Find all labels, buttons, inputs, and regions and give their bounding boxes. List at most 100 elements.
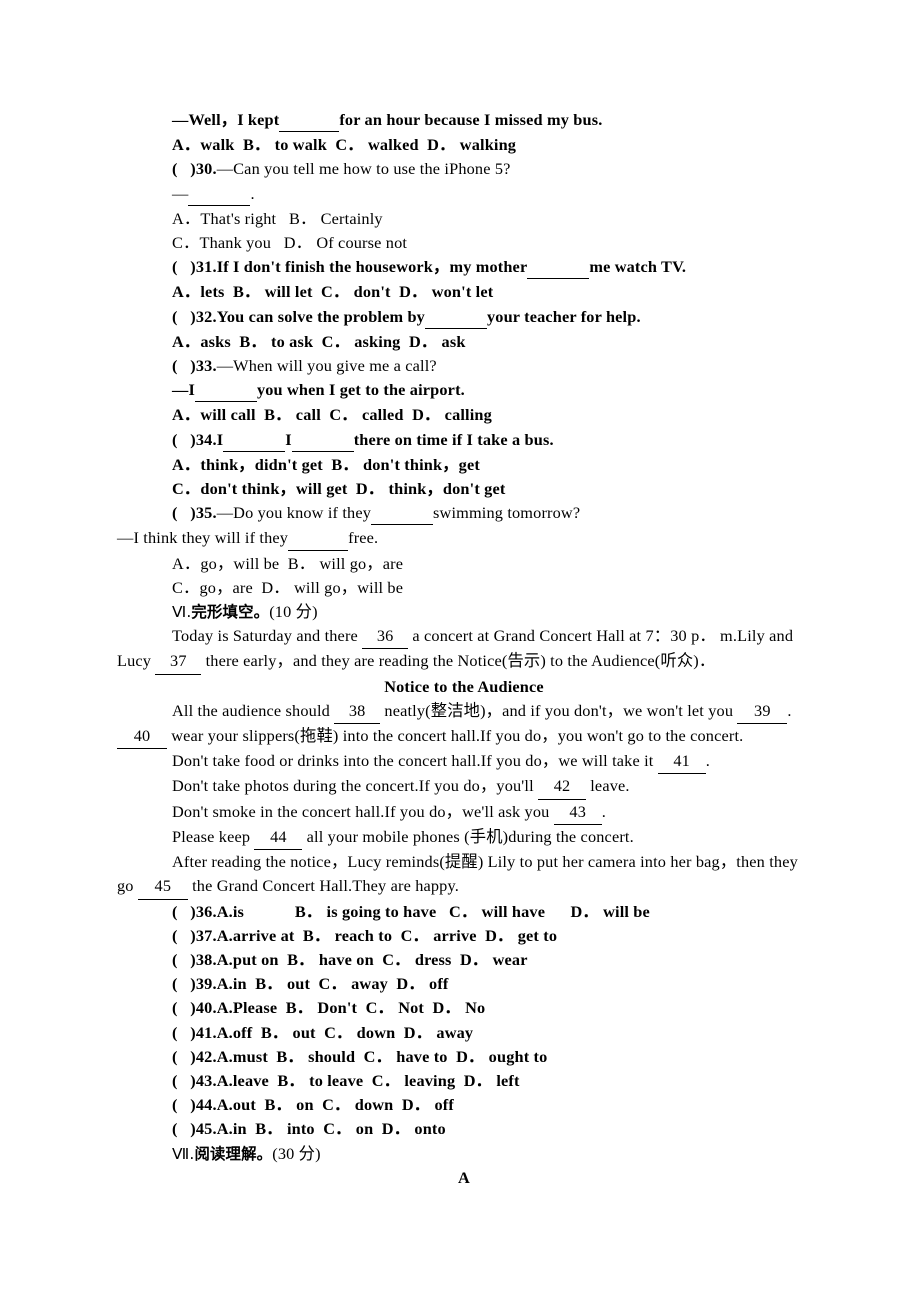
cloze-intro-2a: Lucy [117, 651, 156, 671]
q34-text-c: there on time if I take a bus. [353, 429, 554, 449]
cloze-blank-41: 41 [657, 749, 706, 775]
cloze-q38-options: A.put on B． have on C． dress D． wear [216, 949, 528, 969]
notice-2b: wear your slippers(拖鞋) into the concert … [167, 726, 744, 746]
cloze-q45-number: ( )45. [172, 1119, 217, 1139]
q35-text-a: —Do you know if they [216, 503, 372, 523]
notice-line-1: All the audience should 38 neatly(整洁地)，a… [117, 699, 811, 725]
cloze-q39-options: A.in B． out C． away D． off [216, 974, 449, 994]
cloze-intro-1a: Today is Saturday and there [172, 626, 363, 646]
cloze-blank-40: 40 [117, 724, 167, 750]
answer-blank [188, 181, 251, 206]
cloze-q44-options: A.out B． on C． down D． off [216, 1095, 454, 1115]
section-cloze-points: (10 分) [269, 602, 318, 622]
cloze-question-45: ( )45.A.in B． into C． on D． onto [117, 1117, 811, 1141]
cloze-blank-39: 39 [737, 699, 788, 725]
closing-2b: the Grand Concert Hall.They are happy. [187, 876, 459, 896]
answer-blank [527, 254, 590, 280]
question-35-answer-line: —I think they will if they free. [117, 526, 811, 551]
notice-6b: all your mobile phones (手机)during the co… [302, 826, 634, 846]
q33-text: —When will you give me a call? [216, 356, 437, 376]
q33-answer-tail: you when I get to the airport. [256, 380, 465, 400]
notice-5a: Don't smoke in the concert hall.If you d… [172, 801, 554, 821]
cloze-q40-number: ( )40. [172, 998, 217, 1018]
notice-3b: . [705, 751, 710, 771]
cloze-intro-line-2: Lucy 37 there early，and they are reading… [117, 649, 811, 675]
cloze-closing-line-2: go 45 the Grand Concert Hall.They are ha… [117, 874, 811, 900]
cloze-question-36: ( )36.A.is B． is going to have C． will h… [117, 900, 811, 924]
q32-text-b: your teacher for help. [486, 306, 641, 326]
q30-period: . [250, 183, 255, 203]
notice-5b: . [601, 801, 606, 821]
question-33-options: A．will call B． call C． called D． calling [172, 405, 492, 425]
question-31-stem: ( )31.If I don't finish the housework，my… [117, 255, 811, 280]
question-34-options-ab: A．think，didn't get B． don't think，get [172, 454, 480, 474]
notice-1c: . [787, 700, 792, 720]
cloze-blank-42: 42 [538, 774, 587, 800]
notice-line-2: 40 wear your slippers(拖鞋) into the conce… [117, 724, 811, 750]
question-33-stem: ( )33.—When will you give me a call? [117, 354, 811, 378]
q30-dash: — [172, 183, 189, 203]
reading-passage-label: A [458, 1167, 470, 1187]
cloze-closing-line-1: After reading the notice，Lucy reminds(提醒… [172, 852, 798, 872]
section-reading-heading: Ⅶ.阅读理解。(30 分) [117, 1142, 811, 1166]
cloze-q41-number: ( )41. [172, 1022, 217, 1042]
q35-number: ( )35. [172, 503, 217, 523]
cloze-intro-line-1: Today is Saturday and there 36 a concert… [117, 624, 811, 650]
question-35-options-ab: A．go，will be B． will go，are [172, 553, 404, 573]
cloze-q42-options: A.must B． should C． have to D． ought to [216, 1046, 548, 1066]
cloze-q38-number: ( )38. [172, 949, 217, 969]
cloze-q43-number: ( )43. [172, 1070, 217, 1090]
cloze-blank-38: 38 [334, 699, 381, 725]
cloze-q36-number: ( )36. [172, 901, 217, 921]
cloze-q40-options: A.Please B． Don't C． Not D． No [216, 998, 486, 1018]
notice-4b: leave. [586, 776, 630, 796]
cloze-intro-2b: there early，and they are reading the Not… [201, 651, 716, 671]
answer-blank [291, 427, 354, 452]
cloze-q42-number: ( )42. [172, 1046, 217, 1066]
q34-number: ( )34. [172, 429, 217, 449]
q33-dash-i: —I [172, 380, 195, 400]
cloze-q37-number: ( )37. [172, 925, 217, 945]
notice-line-5: Don't smoke in the concert hall.If you d… [117, 800, 811, 825]
question-30-options-cd: C．Thank you D． Of course not [172, 233, 408, 253]
q29-stem-tail: for an hour because I missed my bus. [339, 110, 603, 129]
cloze-question-39: ( )39.A.in B． out C． away D． off [117, 972, 811, 996]
cloze-intro-paragraph: Today is Saturday and there 36 a concert… [117, 624, 811, 675]
section-cloze-roman: Ⅵ. [172, 603, 192, 622]
question-35-options-cd: C．go，are D． will go，will be [172, 577, 404, 597]
question-32-options: A．asks B． to ask C． asking D． ask [172, 331, 466, 351]
notice-line-3: Don't take food or drinks into the conce… [117, 749, 811, 775]
section-cloze-title: 完形填空。 [191, 603, 270, 622]
cloze-q44-number: ( )44. [172, 1095, 217, 1115]
cloze-blank-43: 43 [553, 800, 602, 825]
cloze-q45-options: A.in B． into C． on D． onto [216, 1119, 446, 1139]
cloze-q37-options: A.arrive at B． reach to C． arrive D． get… [216, 925, 558, 945]
question-34-options-cd: C．don't think，will get D． think，don't ge… [172, 479, 506, 499]
question-29-options: A．walk B． to walk C． walked D． walking [172, 135, 517, 155]
answer-blank [288, 525, 349, 551]
q33-number: ( )33. [172, 356, 217, 376]
cloze-q41-options: A.off B． out C． down D． away [216, 1022, 474, 1042]
question-31-options: A．lets B． will let C． don't D． won't let [172, 282, 494, 302]
cloze-question-42: ( )42.A.must B． should C． have to D． oug… [117, 1045, 811, 1069]
question-30-answer-line: — . [117, 182, 811, 207]
cloze-question-38: ( )38.A.put on B． have on C． dress D． we… [117, 948, 811, 972]
section-reading-points: (30 分) [272, 1143, 321, 1163]
cloze-q43-options: A.leave B． to leave C． leaving D． left [216, 1070, 520, 1090]
notice-line-4: Don't take photos during the concert.If … [117, 774, 811, 800]
cloze-intro-1b: a concert at Grand Concert Hall at 7：30 … [408, 626, 794, 646]
q31-text-a: If I don't finish the housework，my mothe… [216, 257, 528, 277]
notice-line-6: Please keep 44 all your mobile phones (手… [117, 825, 811, 851]
answer-blank [424, 304, 487, 329]
q31-text-b: me watch TV. [589, 257, 687, 277]
notice-1a: All the audience should [172, 700, 335, 720]
worksheet-page: —Well，I kept for an hour because I misse… [0, 0, 920, 1302]
cloze-question-44: ( )44.A.out B． on C． down D． off [117, 1093, 811, 1117]
question-32-stem: ( )32.You can solve the problem by your … [117, 305, 811, 330]
cloze-blank-37: 37 [155, 649, 202, 675]
answer-blank [194, 377, 257, 403]
question-29-stem: —Well，I kept for an hour because I misse… [117, 108, 811, 133]
q30-number: ( )30. [172, 159, 217, 179]
question-35-stem: ( )35.—Do you know if they swimming tomo… [117, 501, 811, 526]
section-reading-roman: Ⅶ. [172, 1144, 195, 1163]
